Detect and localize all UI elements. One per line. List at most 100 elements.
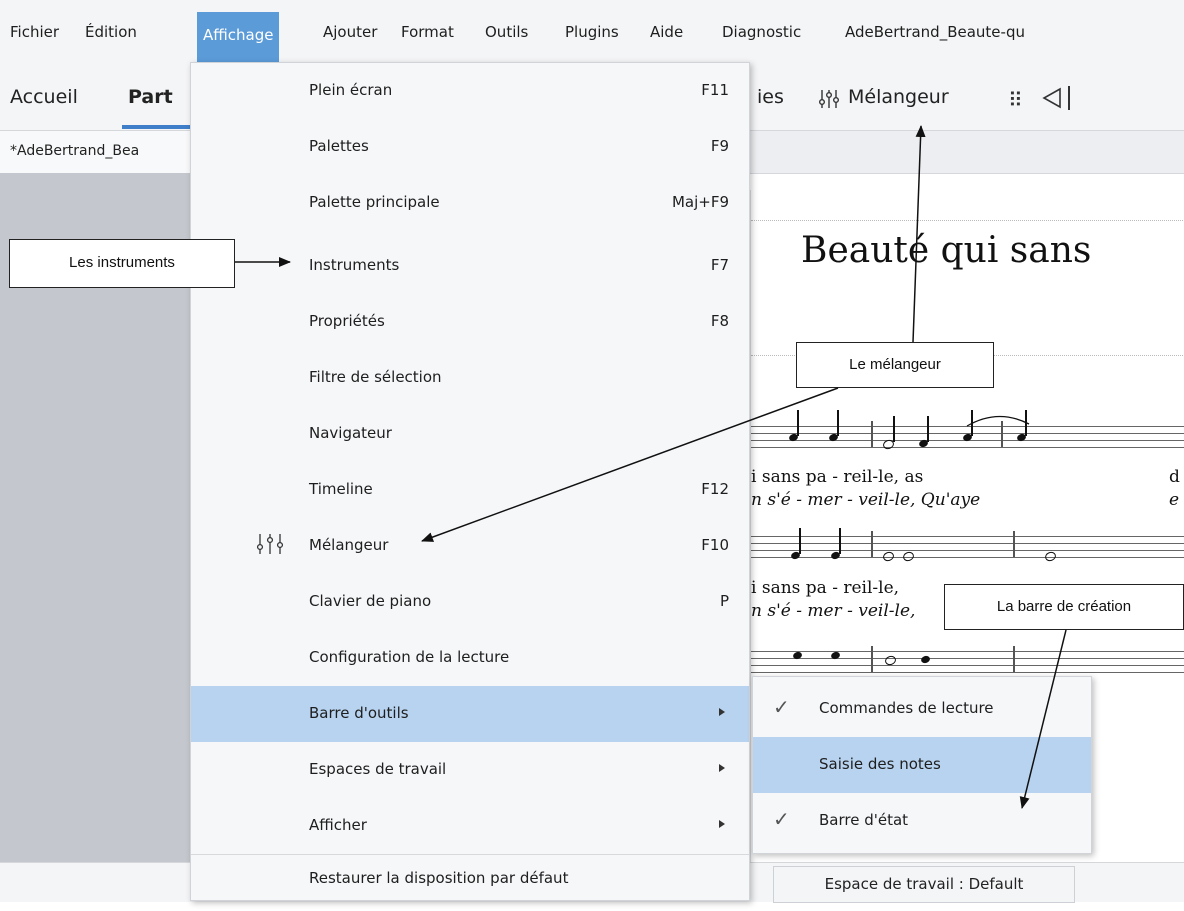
barline bbox=[871, 646, 873, 672]
menu-item-instruments[interactable]: Instruments F7 bbox=[191, 238, 749, 294]
callout-barre-creation: La barre de création bbox=[944, 584, 1184, 630]
staff-line bbox=[751, 530, 1184, 558]
submenu-item-barre-etat[interactable]: ✓ Barre d'état bbox=[753, 793, 1091, 849]
workspace-selector[interactable]: Espace de travail : Default bbox=[773, 866, 1075, 903]
menu-aide[interactable]: Aide bbox=[650, 18, 683, 46]
mixer-icon bbox=[255, 532, 285, 556]
menu-item-label: Palette principale bbox=[309, 193, 440, 211]
lyric-line[interactable]: n s'é - mer - veil-le, Qu'aye bbox=[751, 490, 980, 510]
menu-item-shortcut: F9 bbox=[710, 137, 729, 155]
barline bbox=[871, 421, 873, 447]
menu-item-shortcut: P bbox=[719, 592, 729, 610]
window-title: AdeBertrand_Beaute-qu bbox=[845, 23, 1025, 41]
checkmark-icon: ✓ bbox=[773, 807, 790, 831]
lyric-line[interactable]: n s'é - mer - veil-le, bbox=[751, 601, 915, 621]
menu-bar: Fichier Édition Affichage Ajouter Format… bbox=[0, 0, 1184, 62]
note-stem bbox=[893, 416, 895, 442]
menu-item-label: Palettes bbox=[309, 137, 369, 155]
menu-item-label: Restaurer la disposition par défaut bbox=[309, 869, 569, 887]
menu-item-label: Mélangeur bbox=[309, 536, 389, 554]
lyric-syllable[interactable]: d bbox=[1169, 467, 1180, 487]
menu-item-filtre-selection[interactable]: Filtre de sélection bbox=[191, 350, 749, 406]
lyric-syllable[interactable]: e bbox=[1169, 490, 1179, 510]
menu-item-label: Plein écran bbox=[309, 81, 393, 99]
note-stem bbox=[797, 410, 799, 436]
menu-item-configuration-lecture[interactable]: Configuration de la lecture bbox=[191, 630, 749, 686]
menu-item-afficher[interactable]: Afficher bbox=[191, 798, 749, 854]
menu-item-melangeur[interactable]: Mélangeur F10 bbox=[191, 518, 749, 574]
menu-item-shortcut: F8 bbox=[710, 312, 729, 330]
lyric-line[interactable]: i sans pa - reil-le, bbox=[751, 578, 899, 598]
tab-accueil[interactable]: Accueil bbox=[10, 86, 78, 108]
menu-outils[interactable]: Outils bbox=[485, 18, 528, 46]
submenu-item-commandes-lecture[interactable]: ✓ Commandes de lecture bbox=[753, 681, 1091, 737]
frame-border bbox=[751, 220, 1184, 221]
menu-item-label: Configuration de la lecture bbox=[309, 648, 510, 666]
menu-item-label: Afficher bbox=[309, 816, 367, 834]
menu-item-navigateur[interactable]: Navigateur bbox=[191, 406, 749, 462]
active-tab-indicator bbox=[122, 125, 192, 129]
barline bbox=[1013, 646, 1015, 672]
menu-item-label: Espaces de travail bbox=[309, 760, 447, 778]
menu-item-label: Barre d'outils bbox=[309, 704, 409, 722]
menu-item-label: Timeline bbox=[309, 480, 373, 498]
toolbar-submenu: ✓ Commandes de lecture Saisie des notes … bbox=[752, 676, 1092, 854]
menu-item-clavier-piano[interactable]: Clavier de piano P bbox=[191, 574, 749, 630]
menu-item-shortcut: Maj+F9 bbox=[671, 193, 729, 211]
menu-item-proprietes[interactable]: Propriétés F8 bbox=[191, 294, 749, 350]
menu-item-espaces-travail[interactable]: Espaces de travail bbox=[191, 742, 749, 798]
note-stem bbox=[839, 528, 841, 554]
score-title[interactable]: Beauté qui sans bbox=[801, 230, 1091, 271]
menu-affichage[interactable]: Affichage bbox=[197, 12, 280, 62]
submenu-arrow-icon bbox=[719, 820, 725, 828]
note-stem bbox=[927, 416, 929, 442]
rewind-icon[interactable] bbox=[1040, 86, 1064, 114]
menu-item-shortcut: F12 bbox=[701, 480, 729, 498]
menu-plugins[interactable]: Plugins bbox=[565, 18, 619, 46]
menu-item-shortcut: F11 bbox=[701, 81, 729, 99]
barline bbox=[871, 531, 873, 557]
menu-item-timeline[interactable]: Timeline F12 bbox=[191, 462, 749, 518]
document-tab-label: *AdeBertrand_Bea bbox=[10, 143, 140, 159]
barline bbox=[1013, 531, 1015, 557]
menu-format[interactable]: Format bbox=[401, 18, 454, 46]
checkmark-icon: ✓ bbox=[773, 695, 790, 719]
submenu-item-label: Saisie des notes bbox=[819, 755, 941, 773]
menu-item-shortcut: F7 bbox=[710, 256, 729, 274]
menu-item-label: Clavier de piano bbox=[309, 592, 432, 610]
document-tab[interactable]: *AdeBertrand_Bea bbox=[0, 131, 190, 173]
menu-item-label: Instruments bbox=[309, 256, 400, 274]
menu-ajouter[interactable]: Ajouter bbox=[323, 18, 377, 46]
submenu-arrow-icon bbox=[719, 764, 725, 772]
submenu-item-label: Commandes de lecture bbox=[819, 699, 994, 717]
menu-item-palettes[interactable]: Palettes F9 bbox=[191, 119, 749, 175]
menu-fichier[interactable]: Fichier bbox=[10, 18, 59, 46]
toolbar-edge bbox=[1068, 86, 1070, 110]
menu-item-label: Filtre de sélection bbox=[309, 368, 442, 386]
note-stem bbox=[799, 528, 801, 554]
menu-item-restaurer-disposition[interactable]: Restaurer la disposition par défaut bbox=[191, 854, 749, 911]
menu-item-shortcut: F10 bbox=[701, 536, 729, 554]
submenu-item-saisie-notes[interactable]: Saisie des notes bbox=[753, 737, 1091, 793]
tab-melangeur[interactable]: Mélangeur bbox=[848, 86, 949, 108]
lyric-line[interactable]: i sans pa - reil-le, as bbox=[751, 467, 923, 487]
menu-diagnostic[interactable]: Diagnostic bbox=[722, 18, 801, 46]
slur bbox=[966, 415, 1030, 427]
menu-item-plein-ecran[interactable]: Plein écran F11 bbox=[191, 63, 749, 119]
menu-item-palette-principale[interactable]: Palette principale Maj+F9 bbox=[191, 175, 749, 231]
menu-item-barre-outils[interactable]: Barre d'outils bbox=[191, 686, 749, 742]
drag-handle-icon[interactable]: ⠿ bbox=[1008, 88, 1023, 112]
menu-item-label: Propriétés bbox=[309, 312, 385, 330]
menu-edition[interactable]: Édition bbox=[85, 18, 137, 46]
staff-line bbox=[751, 645, 1184, 673]
callout-instruments: Les instruments bbox=[9, 239, 235, 288]
callout-melangeur: Le mélangeur bbox=[796, 342, 994, 388]
tab-partial-right[interactable]: ies bbox=[757, 86, 784, 108]
menu-item-label: Navigateur bbox=[309, 424, 392, 442]
submenu-item-label: Barre d'état bbox=[819, 811, 909, 829]
submenu-arrow-icon bbox=[719, 708, 725, 716]
tab-partition[interactable]: Part bbox=[128, 86, 173, 108]
note-stem bbox=[837, 410, 839, 436]
mixer-icon[interactable] bbox=[818, 88, 840, 114]
affichage-menu: Plein écran F11 Palettes F9 Palette prin… bbox=[190, 62, 750, 901]
